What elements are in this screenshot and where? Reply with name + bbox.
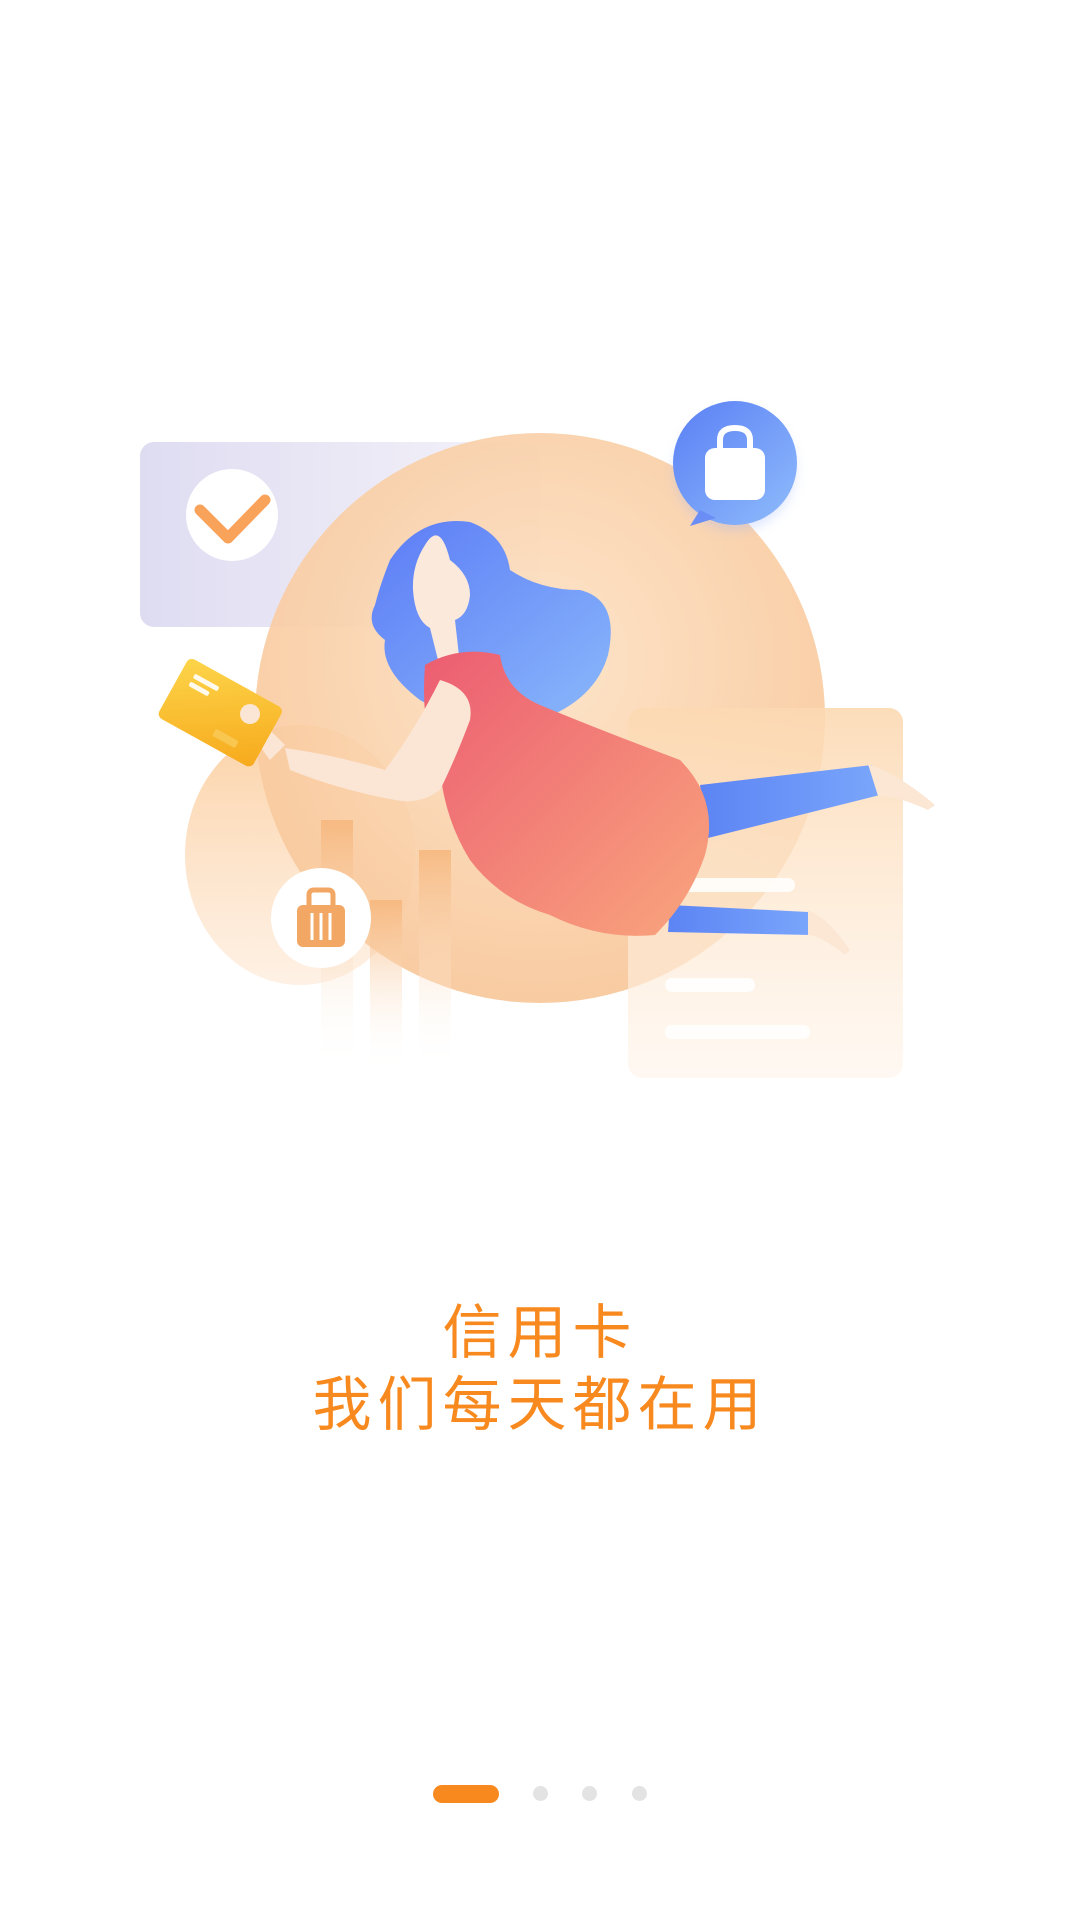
checkmark-icon <box>186 469 278 561</box>
page-dot-2[interactable] <box>533 1786 548 1801</box>
page-dot-3[interactable] <box>582 1786 597 1801</box>
hero-illustration <box>140 401 935 1078</box>
page-indicator <box>0 1783 1080 1803</box>
onboarding-title-line2: 我们每天都在用 <box>312 1370 768 1439</box>
suitcase-icon <box>271 868 371 968</box>
page-dot-1-active[interactable] <box>433 1785 499 1803</box>
shopping-bag-icon <box>673 401 797 530</box>
onboarding-title-line1: 信用卡 <box>442 1298 638 1367</box>
onboarding-screen[interactable]: 信用卡 我们每天都在用 <box>0 0 1080 1920</box>
page-dot-4[interactable] <box>632 1786 647 1801</box>
